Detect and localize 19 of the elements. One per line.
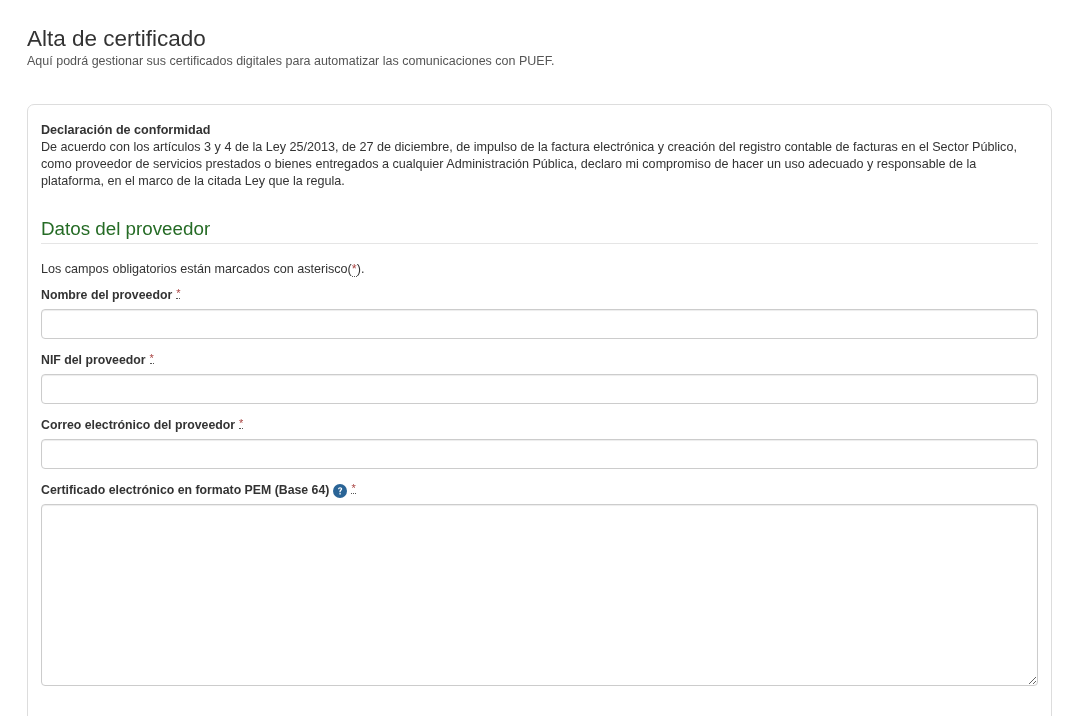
required-asterisk: * (149, 353, 154, 364)
required-asterisk: * (176, 288, 181, 299)
page-subtitle: Aquí podrá gestionar sus certificados digitales para automatizar las comunicaciones con PUEF. (27, 53, 556, 69)
declaration-title: Declaración de conformidad (41, 122, 212, 139)
page-title: Alta de certificado (27, 26, 207, 51)
text-area-field[interactable] (41, 504, 1038, 686)
field-label: Certificado electrónico en formato PEM (Base 64) (41, 482, 330, 499)
input-field[interactable] (41, 309, 1038, 339)
section-heading: Datos del proveedor (41, 218, 1038, 244)
field-label: Nombre del proveedor (41, 287, 173, 304)
required-asterisk: * (239, 418, 244, 429)
input-field[interactable] (41, 439, 1038, 469)
declaration-text: De acuerdo con los artículos 3 y 4 de la Ley 25/2013, de 27 de diciembre, de impulso de la factura electrónica y creación del registro contable de facturas en el Sector Público, como proveedor de servicios prestados o bienes entregados a cualquier Administración Pública, declaro mi compromiso de hacer un uso adecuado y responsable de la plataforma, en el marco de la citada Ley que la regula. (41, 139, 1018, 190)
field-label: Correo electrónico del proveedor (41, 417, 236, 434)
field-label: NIF del proveedor (41, 352, 146, 369)
help-icon[interactable] (333, 483, 348, 498)
required-asterisk: * (351, 483, 356, 494)
required-fields-note: Los campos obligatorios están marcados con asterisco(*). (41, 261, 366, 278)
input-field[interactable] (41, 374, 1038, 404)
